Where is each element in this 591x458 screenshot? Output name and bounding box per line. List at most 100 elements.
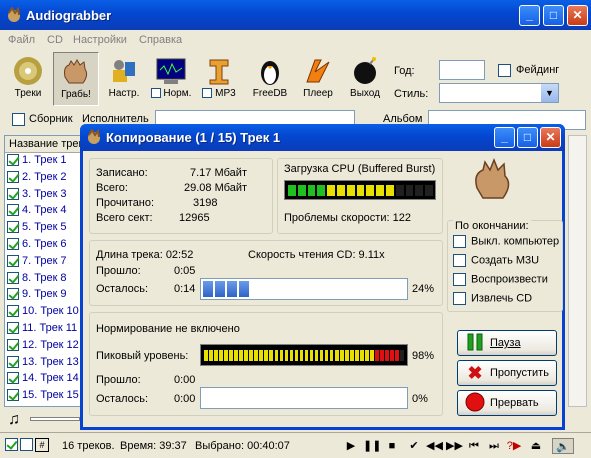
track-row[interactable]: 4. Трек 4 [5,203,83,220]
track-list[interactable]: Название трека 1. Трек 1 2. Трек 2 3. Трек… [4,135,84,407]
on-finish-option[interactable]: Создать M3U [453,254,539,267]
track-row[interactable]: 3. Трек 3 [5,187,83,204]
track-row[interactable]: 10. Трек 10 [5,304,83,321]
close-button[interactable]: ✕ [567,5,588,26]
style-select[interactable]: ▼ [439,83,559,103]
dialog-close-button[interactable]: ✕ [540,127,561,148]
on-finish-option[interactable]: Извлечь CD [453,292,532,305]
on-finish-option[interactable]: Выкл. компьютер [453,235,559,248]
track-title[interactable]: 14. Трек 14 [22,372,79,384]
track-title[interactable]: 12. Трек 12 [22,339,79,351]
track-title[interactable]: 15. Трек 15 [22,389,79,401]
freedb-button[interactable]: FreeDB [248,52,292,106]
track-row[interactable]: 6. Трек 6 [5,237,83,254]
track-row[interactable]: 9. Трек 9 [5,287,83,304]
mp3-toggle[interactable]: MP3 [198,52,240,106]
track-title[interactable]: 3. Трек 3 [22,188,67,200]
tracks-button[interactable]: Треки [6,52,50,106]
abort-button[interactable]: Прервать [457,390,557,416]
track-title[interactable]: 9. Трек 9 [22,288,67,300]
track-title[interactable]: 2. Трек 2 [22,171,67,183]
track-checkbox[interactable] [7,170,19,183]
track-checkbox[interactable] [7,271,19,284]
track-checkbox[interactable] [7,288,19,301]
track-title[interactable]: 4. Трек 4 [22,204,67,216]
minimize-button[interactable]: _ [519,5,540,26]
player-button[interactable]: Плеер [298,52,338,106]
track-title[interactable]: 10. Трек 10 [22,305,79,317]
random-play-icon[interactable]: ?▶ [506,438,522,454]
track-checkbox[interactable] [7,322,19,335]
rewind-icon[interactable]: ◀◀ [426,438,443,454]
track-row[interactable]: 13. Трек 13 [5,355,83,372]
dialog-maximize-button[interactable]: □ [517,127,538,148]
year-input[interactable] [439,60,485,80]
check-icon[interactable]: ✔ [406,438,422,454]
settings-button[interactable]: Настр. [105,52,143,106]
track-row[interactable]: 15. Трек 15 [5,388,83,405]
track-checkbox[interactable] [7,305,19,318]
dialog-minimize-button[interactable]: _ [494,127,515,148]
track-title[interactable]: 13. Трек 13 [22,356,79,368]
track-checkbox[interactable] [7,154,19,167]
grab-button[interactable]: Грабь! [53,52,99,106]
track-title[interactable]: 1. Трек 1 [22,154,67,166]
previous-track-icon[interactable]: ⏮ [466,438,482,454]
next-track-icon[interactable]: ⏭ [486,438,502,454]
track-checkbox[interactable] [7,338,19,351]
speaker-icon[interactable]: 🔈 [552,438,574,454]
track-row[interactable]: 12. Трек 12 [5,338,83,355]
maximize-button[interactable]: □ [543,5,564,26]
track-row[interactable]: 2. Трек 2 [5,170,83,187]
normalize-checkbox[interactable] [150,88,161,99]
on-finish-checkbox[interactable] [453,254,466,267]
volume-slider[interactable] [30,417,80,421]
select-none-icon[interactable] [20,438,33,451]
track-checkbox[interactable] [7,238,19,251]
skip-button[interactable]: ✖ Пропустить [457,360,557,386]
fade-checkbox[interactable] [498,64,511,77]
track-title[interactable]: 6. Трек 6 [22,238,67,250]
menu-cd[interactable]: CD [47,34,63,46]
track-title[interactable]: 11. Трек 11 [22,322,77,334]
on-finish-checkbox[interactable] [453,273,466,286]
track-row[interactable]: 5. Трек 5 [5,220,83,237]
menu-file[interactable]: Файл [8,34,35,46]
track-checkbox[interactable] [7,221,19,234]
track-checkbox[interactable] [7,187,19,200]
on-finish-checkbox[interactable] [453,235,466,248]
track-list-scrollbar[interactable] [568,135,587,407]
fast-forward-icon[interactable]: ▶▶ [446,438,463,454]
stop-icon[interactable]: ■ [384,438,400,454]
select-all-icon[interactable] [5,438,18,451]
track-title[interactable]: 8. Трек 8 [22,272,67,284]
track-checkbox[interactable] [7,389,19,402]
menu-help[interactable]: Справка [139,34,182,46]
menu-settings[interactable]: Настройки [73,34,127,46]
normalize-toggle[interactable]: Норм. [148,52,194,106]
track-row[interactable]: 8. Трек 8 [5,271,83,288]
exit-button[interactable]: Выход [345,52,385,106]
on-finish-checkbox[interactable] [453,292,466,305]
track-row[interactable]: 7. Трек 7 [5,254,83,271]
track-list-header[interactable]: Название трека [5,136,83,153]
chevron-down-icon[interactable]: ▼ [541,84,558,102]
play-icon[interactable]: ▶ [343,438,359,454]
eject-icon[interactable]: ⏏ [528,438,544,454]
compilation-checkbox[interactable] [12,113,25,126]
on-finish-option[interactable]: Воспроизвести [453,273,548,286]
status-tracks: 16 треков. [62,440,115,452]
pause-button[interactable]: Пауза [457,330,557,356]
invert-selection-icon[interactable]: # [35,438,49,452]
track-title[interactable]: 7. Трек 7 [22,255,67,267]
track-row[interactable]: 1. Трек 1 [5,153,83,170]
track-checkbox[interactable] [7,355,19,368]
track-checkbox[interactable] [7,372,19,385]
track-checkbox[interactable] [7,204,19,217]
track-row[interactable]: 11. Трек 11 [5,321,83,338]
pause-icon[interactable]: ❚❚ [363,438,381,454]
mp3-checkbox[interactable] [202,88,213,99]
track-checkbox[interactable] [7,254,19,267]
track-row[interactable]: 14. Трек 14 [5,371,83,388]
track-title[interactable]: 5. Трек 5 [22,221,67,233]
